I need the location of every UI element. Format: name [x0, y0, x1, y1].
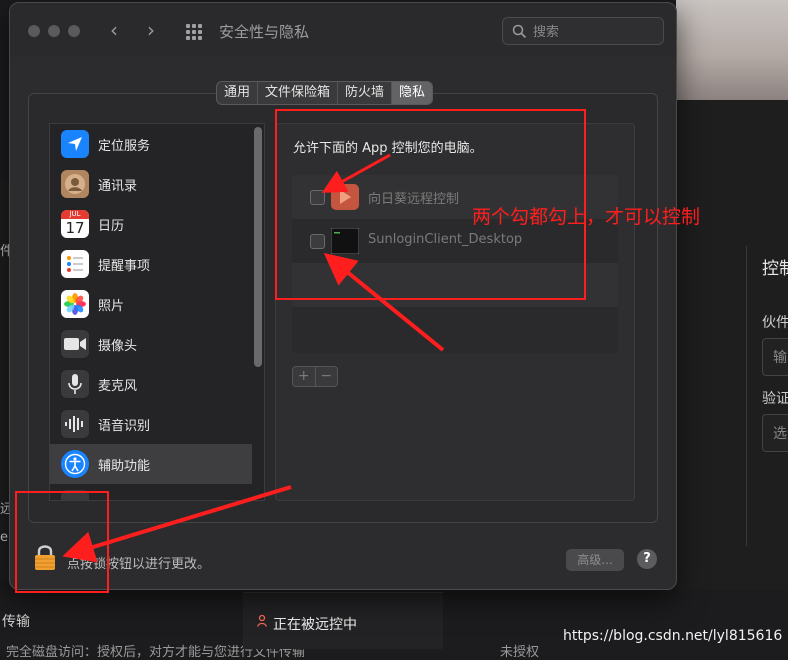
speech-icon [61, 410, 89, 438]
accessibility-icon [61, 450, 89, 478]
background-transfer-label: 传输 [2, 614, 30, 630]
search-icon [512, 24, 527, 39]
privacy-sidebar: 定位服务 通讯录 JUL 17 日历 提醒事项 照片 摄像头 麦克风 语音识别 … [49, 123, 265, 501]
background-title: 控制 [762, 259, 788, 279]
sidebar-item-microphone[interactable]: 麦克风 [50, 364, 252, 404]
sidebar-item-location[interactable]: 定位服务 [50, 124, 252, 164]
sidebar-item-label: 通讯录 [98, 179, 138, 194]
app-name: 向日葵远程控制 [368, 192, 460, 207]
sidebar-item-accessibility[interactable]: 辅助功能 [50, 444, 252, 484]
search-field[interactable] [502, 17, 664, 45]
sidebar-scrollbar[interactable] [254, 127, 262, 367]
window-title: 安全性与隐私 [219, 23, 310, 41]
remote-status-bar: 正在被远控中 [243, 592, 443, 649]
close-button[interactable] [28, 25, 40, 37]
lock-icon[interactable] [34, 543, 56, 571]
calendar-month: JUL [61, 210, 89, 219]
calendar-icon: JUL 17 [61, 210, 89, 238]
security-privacy-window: ‹ › 安全性与隐私 通用 文件保险箱 防火墙 隐私 定位服务 [9, 2, 677, 590]
tab-filevault[interactable]: 文件保险箱 [258, 82, 339, 104]
background-control-panel: 控制 伙件 输 验证 选 [740, 240, 788, 546]
sidebar-item-calendar[interactable]: JUL 17 日历 [50, 204, 252, 244]
sidebar-item-reminders[interactable]: 提醒事项 [50, 244, 252, 284]
background-label-partner: 伙件 [762, 315, 788, 331]
reminders-icon [61, 250, 89, 278]
sidebar-item-label: 日历 [98, 219, 125, 234]
forward-button[interactable]: › [147, 19, 155, 41]
app-name: SunloginClient_Desktop [368, 232, 523, 247]
lock-description: 点按锁按钮以进行更改。 [67, 557, 211, 572]
app-checkbox[interactable] [310, 190, 325, 205]
sidebar-item-partial[interactable] [50, 484, 252, 500]
location-icon [61, 130, 89, 158]
camera-icon [61, 330, 89, 358]
sidebar-item-speech[interactable]: 语音识别 [50, 404, 252, 444]
sidebar-item-label: 辅助功能 [98, 459, 151, 474]
sidebar-item-contacts[interactable]: 通讯录 [50, 164, 252, 204]
sidebar-item-photos[interactable]: 照片 [50, 284, 252, 324]
tab-firewall[interactable]: 防火墙 [338, 82, 393, 104]
show-all-grid-icon[interactable] [186, 24, 202, 40]
remove-button[interactable]: − [316, 367, 338, 386]
help-button[interactable]: ? [637, 549, 657, 569]
sidebar-item-label: 摄像头 [98, 339, 138, 354]
tab-general[interactable]: 通用 [217, 82, 259, 104]
annotation-text: 两个勾都勾上，才可以控制 [472, 206, 701, 228]
desktop-wallpaper [676, 0, 788, 100]
app-row-empty [292, 307, 618, 351]
sunlogin-icon [331, 184, 359, 210]
tab-bar: 通用 文件保险箱 防火墙 隐私 [216, 81, 434, 105]
photos-icon [61, 290, 89, 318]
search-input[interactable] [531, 21, 655, 43]
app-checkbox[interactable] [310, 234, 325, 249]
background-partner-input[interactable]: 输 [762, 338, 788, 376]
sidebar-item-camera[interactable]: 摄像头 [50, 324, 252, 364]
microphone-icon [61, 370, 89, 398]
add-remove-buttons: + − [292, 366, 338, 387]
add-button[interactable]: + [293, 367, 316, 386]
app-row-empty [292, 263, 618, 307]
advanced-button[interactable]: 高级... [566, 549, 624, 571]
background-verify-select[interactable]: 选 [762, 414, 788, 452]
background-unauthorized-text: 未授权 [500, 645, 540, 660]
partial-icon [61, 490, 89, 500]
sidebar-item-label: 提醒事项 [98, 259, 151, 274]
background-label-verify: 验证 [762, 391, 788, 407]
sidebar-item-label: 定位服务 [98, 139, 151, 154]
background-left-label: e [0, 530, 8, 545]
divider [746, 246, 747, 546]
title-bar: ‹ › 安全性与隐私 [10, 3, 676, 57]
watermark: https://blog.csdn.net/lyl815616 [563, 628, 783, 644]
remote-status-text: 正在被远控中 [273, 617, 357, 633]
sidebar-item-label: 麦克风 [98, 379, 138, 394]
allow-description: 允许下面的 App 控制您的电脑。 [293, 141, 483, 156]
terminal-icon [331, 228, 359, 254]
sidebar-item-label: 语音识别 [98, 419, 151, 434]
back-button[interactable]: ‹ [110, 19, 118, 41]
zoom-button[interactable] [68, 25, 80, 37]
calendar-day: 17 [65, 219, 85, 237]
contacts-icon [61, 170, 89, 198]
minimize-button[interactable] [48, 25, 60, 37]
person-icon [257, 615, 267, 627]
tab-privacy[interactable]: 隐私 [392, 82, 433, 104]
sidebar-item-label: 照片 [98, 299, 125, 314]
